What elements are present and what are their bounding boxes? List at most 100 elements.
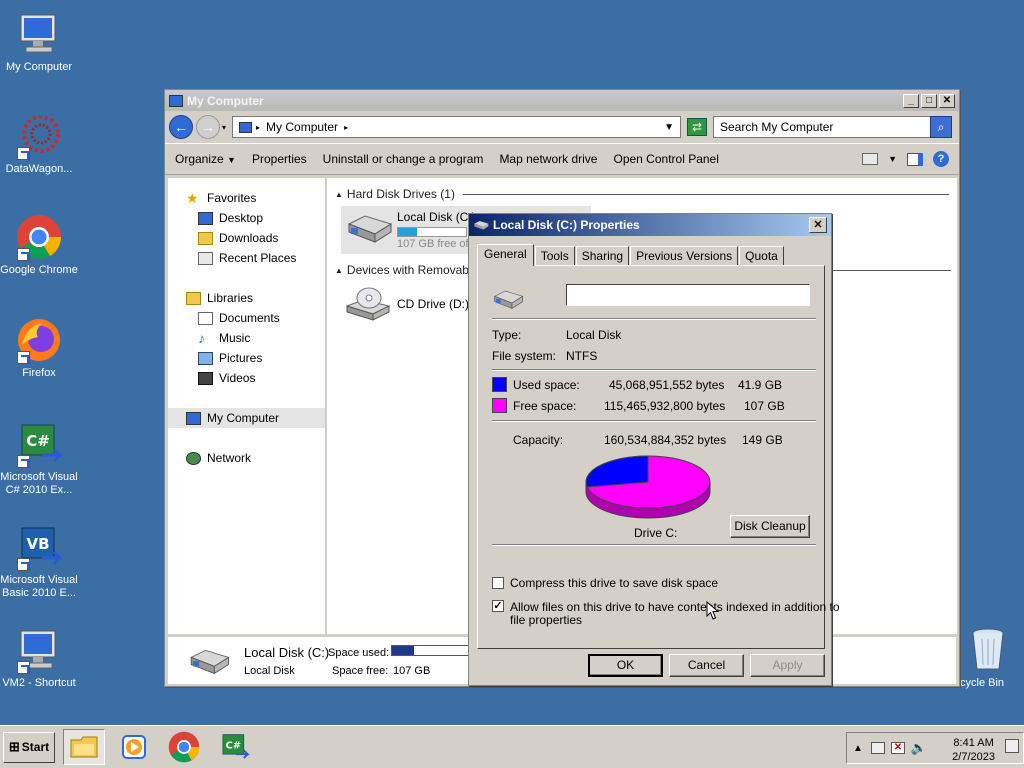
nav-desktop[interactable]: Desktop bbox=[186, 208, 325, 228]
free-space-swatch bbox=[492, 398, 507, 413]
search-placeholder: Search My Computer bbox=[720, 120, 834, 134]
desktop-icon-visual-basic[interactable]: VB Microsoft Visual Basic 2010 E... bbox=[0, 523, 78, 600]
collapse-chevron-icon: ▲ bbox=[335, 265, 343, 275]
taskbar-explorer[interactable] bbox=[63, 729, 105, 765]
dialog-titlebar[interactable]: Local Disk (C:) Properties ✕ bbox=[469, 214, 831, 236]
volume-icon[interactable]: 🔈 bbox=[911, 740, 927, 756]
nav-libraries[interactable]: Libraries bbox=[186, 288, 325, 308]
maximize-button[interactable]: □ bbox=[921, 93, 937, 108]
clock-date: 2/7/2023 bbox=[952, 751, 995, 763]
minimize-button[interactable]: _ bbox=[903, 93, 919, 108]
nav-documents[interactable]: Documents bbox=[186, 308, 325, 328]
ok-button[interactable]: OK bbox=[588, 654, 663, 677]
nav-network[interactable]: Network bbox=[168, 448, 325, 468]
shortcut-arrow-icon bbox=[17, 661, 30, 674]
file-system-label: File system: bbox=[492, 349, 557, 363]
system-tray: ▲ ✕ 🔈 8:41 AM 2/7/2023 bbox=[846, 732, 1024, 764]
properties-button[interactable]: Properties bbox=[252, 152, 307, 166]
desktop-icon-datawagon[interactable]: DataWagon... bbox=[0, 112, 78, 176]
tab-general[interactable]: General bbox=[477, 244, 534, 266]
forward-button[interactable]: → bbox=[196, 115, 220, 139]
pictures-icon bbox=[198, 351, 213, 365]
help-icon[interactable]: ? bbox=[933, 151, 949, 167]
nav-recent-places[interactable]: Recent Places bbox=[186, 248, 325, 268]
nav-pictures[interactable]: Pictures bbox=[186, 348, 325, 368]
visual-csharp-icon: C# bbox=[222, 734, 250, 759]
nav-videos[interactable]: Videos bbox=[186, 368, 325, 388]
breadcrumb-chevron-icon[interactable]: ▸ bbox=[344, 123, 348, 132]
mouse-cursor-icon bbox=[706, 601, 720, 620]
star-icon: ★ bbox=[186, 189, 199, 206]
breadcrumb-chevron-icon[interactable]: ▸ bbox=[256, 123, 260, 132]
cancel-button[interactable]: Cancel bbox=[669, 654, 744, 677]
compress-label: Compress this drive to save disk space bbox=[510, 576, 719, 590]
details-space-used-bar bbox=[391, 645, 471, 656]
svg-text:VB: VB bbox=[26, 535, 49, 553]
taskbar-visual-csharp[interactable]: C# bbox=[213, 729, 255, 765]
desktop-icon-visual-csharp[interactable]: C# Microsoft Visual C# 2010 Ex... bbox=[0, 420, 78, 497]
desktop-icon-label: VM2 - Shortcut bbox=[2, 677, 76, 689]
drive-c-free: 107 GB free of bbox=[397, 238, 469, 250]
nav-favorites[interactable]: ★ Favorites bbox=[186, 188, 325, 208]
details-space-used-label: Space used: bbox=[328, 647, 390, 659]
type-value: Local Disk bbox=[566, 328, 622, 342]
tab-previous-versions[interactable]: Previous Versions bbox=[630, 246, 739, 266]
preview-pane-icon[interactable] bbox=[907, 152, 923, 166]
apply-button[interactable]: Apply bbox=[750, 654, 825, 677]
libraries-icon bbox=[186, 291, 201, 305]
address-dropdown-icon[interactable]: ▼ bbox=[664, 122, 674, 133]
capacity-bytes: 160,534,884,352 bytes bbox=[604, 433, 727, 447]
network-icon bbox=[186, 451, 201, 465]
address-bar[interactable]: ▸ My Computer ▸ ▼ bbox=[232, 116, 681, 138]
explorer-titlebar[interactable]: My Computer _ □ ✕ bbox=[165, 90, 959, 111]
desktop-icon-my-computer[interactable]: My Computer bbox=[0, 10, 78, 74]
network-tray-icon[interactable] bbox=[870, 742, 885, 754]
show-desktop-icon[interactable] bbox=[1005, 739, 1019, 753]
close-button[interactable]: ✕ bbox=[939, 93, 955, 108]
tab-quota[interactable]: Quota bbox=[739, 246, 784, 266]
cd-drive-icon bbox=[345, 287, 391, 321]
disk-cleanup-button[interactable]: Disk Cleanup bbox=[730, 515, 810, 538]
organize-button[interactable]: Organize ▼ bbox=[175, 152, 236, 166]
command-bar: Organize ▼ Properties Uninstall or chang… bbox=[165, 143, 959, 175]
taskbar-chrome[interactable] bbox=[163, 729, 205, 765]
nav-downloads[interactable]: Downloads bbox=[186, 228, 325, 248]
start-button[interactable]: ⊞ Start bbox=[3, 731, 55, 763]
desktop-icon-firefox[interactable]: Firefox bbox=[0, 316, 78, 380]
index-checkbox[interactable]: ✓ bbox=[492, 600, 504, 612]
tab-tools[interactable]: Tools bbox=[534, 246, 575, 266]
open-control-panel-button[interactable]: Open Control Panel bbox=[613, 152, 718, 166]
clock[interactable]: 8:41 AM 2/7/2023 bbox=[952, 736, 995, 764]
back-button[interactable]: ← bbox=[169, 115, 193, 139]
taskbar-media-player[interactable] bbox=[113, 729, 155, 765]
uninstall-program-button[interactable]: Uninstall or change a program bbox=[323, 152, 484, 166]
compress-checkbox[interactable] bbox=[492, 577, 504, 589]
action-center-flag-icon[interactable]: ✕ bbox=[890, 742, 905, 754]
search-input[interactable]: Search My Computer ⌕ bbox=[713, 116, 952, 138]
address-text: My Computer bbox=[266, 120, 339, 134]
search-icon[interactable]: ⌕ bbox=[930, 116, 952, 138]
tab-sharing[interactable]: Sharing bbox=[575, 246, 630, 266]
computer-icon bbox=[15, 626, 63, 674]
show-hidden-icons-chevron[interactable]: ▲ bbox=[853, 743, 863, 754]
change-view-icon[interactable] bbox=[862, 153, 879, 165]
view-dropdown-icon[interactable]: ▼ bbox=[888, 154, 897, 164]
nav-my-computer[interactable]: My Computer bbox=[168, 408, 325, 428]
refresh-icon[interactable]: ⇄ bbox=[687, 118, 707, 136]
hard-drive-icon bbox=[347, 215, 393, 243]
properties-dialog: Local Disk (C:) Properties ✕ General Too… bbox=[468, 213, 840, 686]
used-space-swatch bbox=[492, 377, 507, 392]
drive-d-item[interactable]: CD Drive (D:) bbox=[345, 286, 469, 322]
dialog-close-button[interactable]: ✕ bbox=[809, 217, 827, 233]
map-network-drive-button[interactable]: Map network drive bbox=[499, 152, 597, 166]
group-header-hard-disk[interactable]: ▲ Hard Disk Drives (1) bbox=[335, 184, 949, 204]
desktop-icon-chrome[interactable]: Google Chrome bbox=[0, 213, 78, 277]
recent-pages-chevron-icon[interactable]: ▾ bbox=[222, 123, 226, 132]
volume-label-input[interactable] bbox=[566, 284, 810, 306]
shortcut-arrow-icon bbox=[17, 558, 30, 571]
datawagon-icon bbox=[15, 112, 63, 160]
nav-music[interactable]: ♪ Music bbox=[186, 328, 325, 348]
desktop-icon-vm2-shortcut[interactable]: VM2 - Shortcut bbox=[0, 626, 78, 690]
folder-icon bbox=[70, 736, 98, 758]
visual-basic-icon: VB bbox=[15, 523, 63, 571]
